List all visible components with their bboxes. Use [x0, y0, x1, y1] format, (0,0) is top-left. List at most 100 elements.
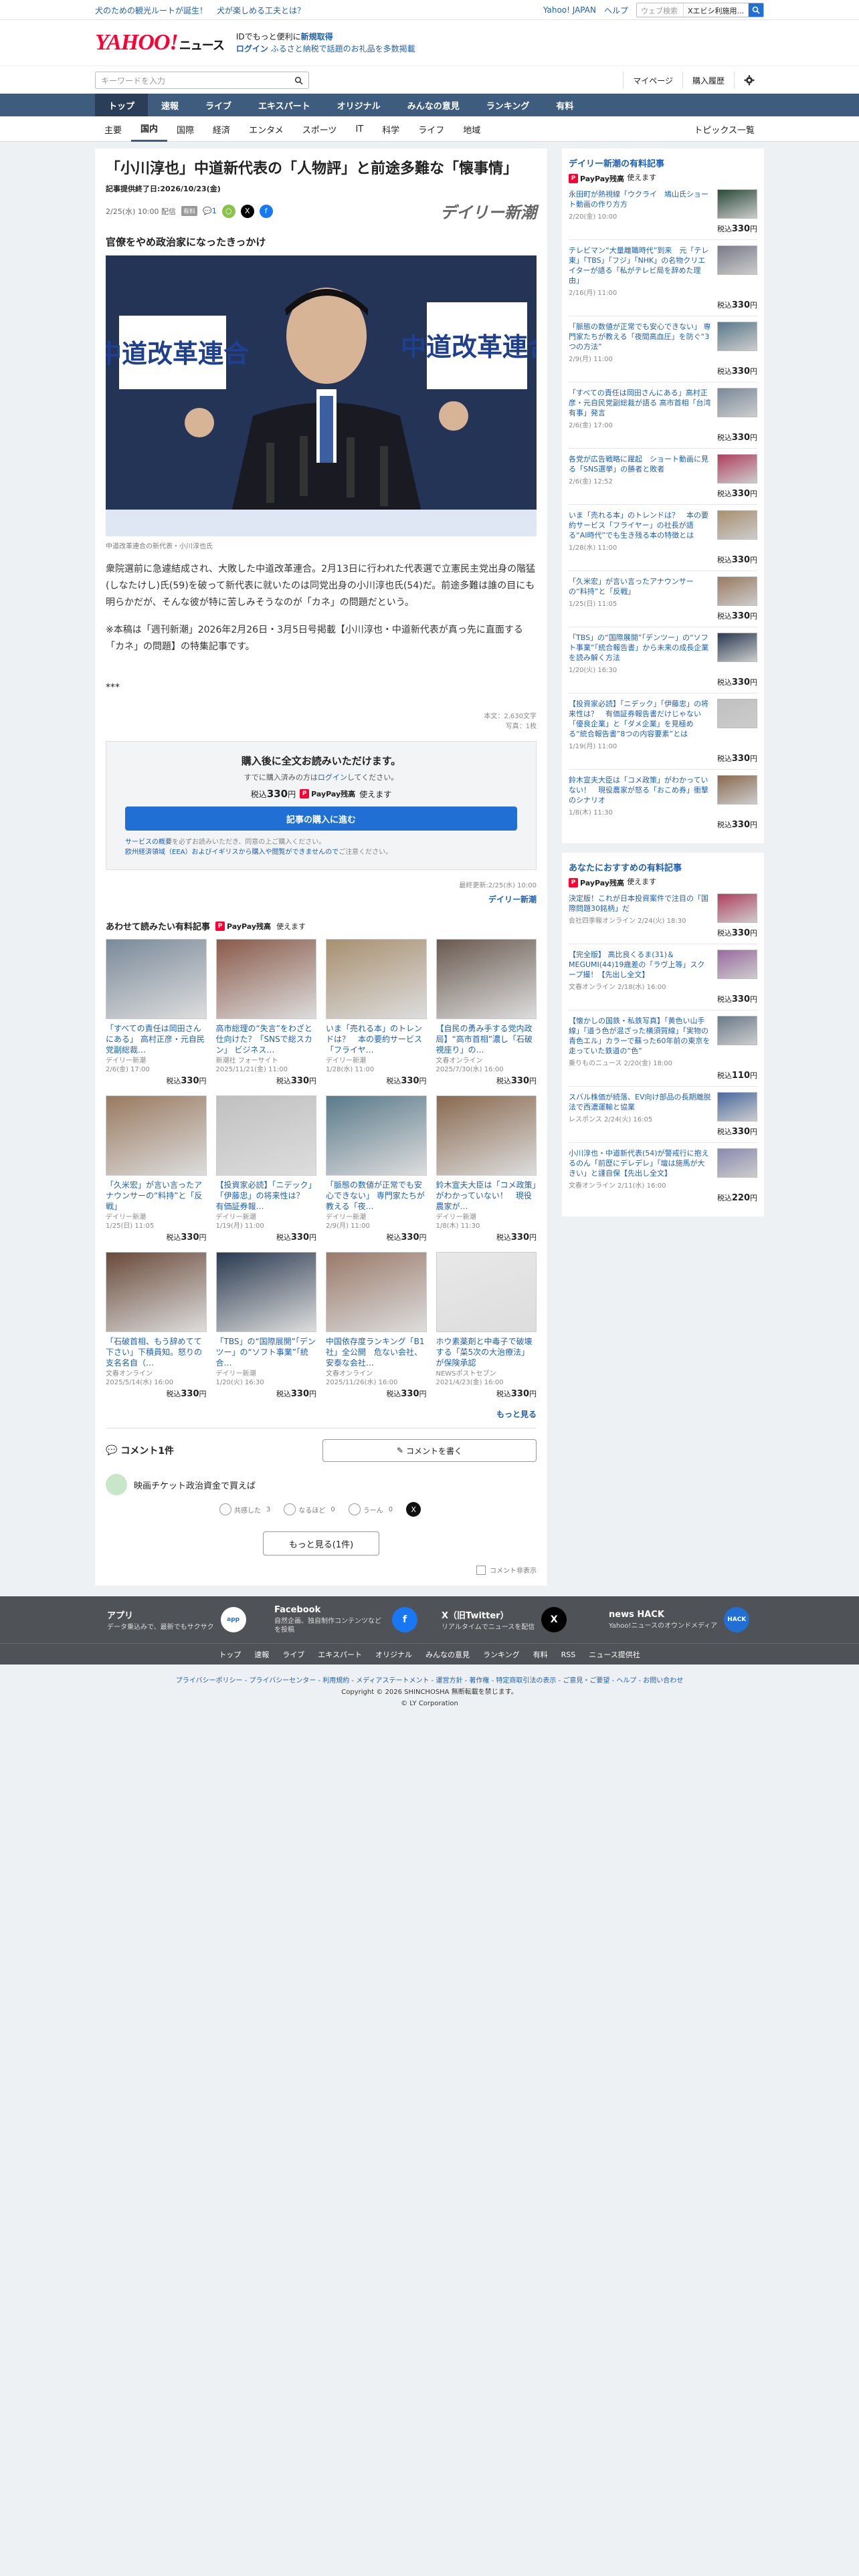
- legal-links[interactable]: プライバシーポリシー - プライバシーセンター - 利用規約 - メディアステー…: [0, 1675, 859, 1687]
- side-article-title[interactable]: いま「売れる本」のトレンドは？ 本の要約サービス「フライヤー」の社長が語る“AI…: [569, 510, 712, 540]
- side-article-title[interactable]: 【投資家必読】「ニデック」「伊藤忠」の将来性は？ 有価証券報告書だけじゃない「優…: [569, 699, 712, 739]
- buy-article-button[interactable]: 記事の購入に進む: [125, 807, 517, 831]
- footer-link[interactable]: ライブ: [282, 1649, 304, 1660]
- side-article-item[interactable]: テレビマン“大量離職時代”到来 元「テレ東」「TBS」「フジ」「NHK」の名物ク…: [569, 239, 757, 316]
- recommend-item-title[interactable]: 【投資家必読】「ニデック」「伊藤忠」の将来性は？ 有価証券報…: [216, 1180, 317, 1212]
- more-link[interactable]: もっと見る: [106, 1408, 537, 1420]
- side-article-title[interactable]: 各党が広告戦略に躍起 ショート動画に見る「SNS選挙」の勝者と敗者: [569, 454, 712, 474]
- promo-link-2[interactable]: 犬が楽しめる工夫とは？: [217, 5, 305, 16]
- side-article-title[interactable]: 小川淳也・中道新代表(54)が警戒行に抱えるのん「前歴にデレデレ」「壇は施馬が大…: [569, 1148, 712, 1178]
- recommend-item-title[interactable]: 【自民の勇み手する党内政局】“高市首相”濃し「石破視座り」の…: [436, 1023, 537, 1055]
- side-article-item[interactable]: 小川淳也・中道新代表(54)が警戒行に抱えるのん「前歴にデレデレ」「壇は施馬が大…: [569, 1142, 757, 1208]
- app-icon[interactable]: app: [220, 1607, 246, 1632]
- recommend-item[interactable]: いま「売れる本」のトレンドは？ 本の要約サービス「フライヤ… デイリー新潮 1/28…: [326, 939, 427, 1086]
- side-article-item[interactable]: いま「売れる本」のトレンドは？ 本の要約サービス「フライヤー」の社長が語る“AI…: [569, 504, 757, 570]
- footer-link[interactable]: RSS: [561, 1650, 576, 1659]
- recommend-item[interactable]: 中国依存度ランキング「B1社」全公開 危ない会社、安泰な会社… 文春オンライン 20…: [326, 1252, 427, 1399]
- hmm-button[interactable]: うーん 0: [348, 1503, 393, 1515]
- side-article-title[interactable]: 【完全版】 高比良くるま(31)＆MEGUMI(44)19歳差の「ラヴ上等」スク…: [569, 950, 712, 980]
- insight-button[interactable]: なるほど 0: [284, 1503, 335, 1515]
- footer-link[interactable]: 速報: [254, 1649, 269, 1660]
- nav-live[interactable]: ライブ: [192, 94, 245, 116]
- x-icon[interactable]: X: [541, 1607, 567, 1632]
- recommend-item-title[interactable]: 鈴木宣夫大臣は「コメ政策」がわかっていない！ 現役農家が…: [436, 1180, 537, 1212]
- more-comments-button[interactable]: もっと見る(1件): [263, 1531, 379, 1555]
- recommend-item-title[interactable]: 「すべての責任は岡田さんにある」 高村正彦・元自民党副総裁…: [106, 1023, 207, 1055]
- side-article-item[interactable]: 各党が広告戦略に躍起 ショート動画に見る「SNS選挙」の勝者と敗者 2/6(金) …: [569, 448, 757, 504]
- side-article-title[interactable]: 「TBS」の“国際展開”「デンツー」の“ソフト事業”「統合報告書」から未来の成長…: [569, 633, 712, 663]
- recommend-item-title[interactable]: いま「売れる本」のトレンドは？ 本の要約サービス「フライヤ…: [326, 1023, 427, 1055]
- footer-social-box[interactable]: news HACK Yahoo!ニュースのオウンドメディア HACK: [597, 1607, 764, 1632]
- promo-link-1[interactable]: 犬のための観光ルートが誕生！: [95, 5, 207, 16]
- footer-link[interactable]: トップ: [219, 1649, 241, 1660]
- recommend-item-title[interactable]: 「脈態の数値が正常でも安心できない」 専門家たちが教える「夜…: [326, 1180, 427, 1212]
- yahoo-news-logo[interactable]: YAHOO! ニュース: [95, 30, 225, 56]
- footer-link[interactable]: ランキング: [483, 1649, 520, 1660]
- side-article-item[interactable]: スバル株価が続落、EV向け部品の長期離脱法で西濃運輸と協業 レスポンス 2/24(…: [569, 1086, 757, 1142]
- side-article-title[interactable]: 「久米宏」が言い言ったアナウンサーの“料持”と「反戦」: [569, 576, 712, 597]
- search-icon[interactable]: [294, 76, 303, 85]
- side-article-item[interactable]: 【完全版】 高比良くるま(31)＆MEGUMI(44)19歳差の「ラヴ上等」スク…: [569, 944, 757, 1010]
- recommend-item-title[interactable]: 中国依存度ランキング「B1社」全公開 危ない会社、安泰な会社…: [326, 1336, 427, 1368]
- footer-social-box[interactable]: アプリ データ乗込みで、最新でもサクサク app: [95, 1607, 262, 1632]
- tab-world[interactable]: 国際: [167, 116, 203, 142]
- side-article-item[interactable]: 決定版！これが日本投資案件で注目の「国際問題30銘柄」だ 会社四季報オンライン 2…: [569, 888, 757, 944]
- purchase-history-link[interactable]: 購入履歴: [682, 72, 734, 89]
- facebook-icon[interactable]: f: [392, 1607, 417, 1632]
- hide-comments-toggle[interactable]: コメント非表示: [106, 1565, 537, 1575]
- recommend-item-title[interactable]: 「石破首相、もう辞めてて下さい」下積員知。怒りの支名名自（…: [106, 1336, 207, 1368]
- help-link[interactable]: ヘルプ: [604, 5, 628, 16]
- side-article-item[interactable]: 「TBS」の“国際展開”「デンツー」の“ソフト事業”「統合報告書」から未来の成長…: [569, 627, 757, 693]
- side-article-title[interactable]: 永田町が熱視線「ウクライ 鳩山氏ショート動画の作り方方: [569, 189, 712, 209]
- topics-list-link[interactable]: トピックス一覧: [684, 116, 764, 142]
- tab-it[interactable]: IT: [346, 116, 373, 142]
- recommend-item-title[interactable]: 「TBS」の“国際展開”「デンツー」の“ソフト事業”「統合…: [216, 1336, 317, 1368]
- recommend-item[interactable]: 「すべての責任は岡田さんにある」 高村正彦・元自民党副総裁… デイリー新潮 2/6(…: [106, 939, 207, 1086]
- footer-link[interactable]: オリジナル: [375, 1649, 412, 1660]
- nav-paid[interactable]: 有料: [543, 94, 587, 116]
- recommend-item-title[interactable]: 高市総理の“失言”をわざと仕向けた？「SNSで総スカン」 ビジネス…: [216, 1023, 317, 1055]
- nav-expert[interactable]: エキスパート: [245, 94, 324, 116]
- recommend-item[interactable]: ホウ素薬剤と中毒子で破壊する「菜5次の大治療法」が保険承認 NEWSポストセブン 2…: [436, 1252, 537, 1399]
- search-icon[interactable]: [749, 3, 763, 17]
- nav-breaking[interactable]: 速報: [148, 94, 192, 116]
- footer-link[interactable]: ニュース提供社: [589, 1649, 640, 1660]
- purchase-login-link[interactable]: ログイン: [318, 773, 347, 782]
- newshack-icon[interactable]: HACK: [724, 1607, 750, 1632]
- tab-sports[interactable]: スポーツ: [293, 116, 347, 142]
- tab-local[interactable]: 地域: [454, 116, 490, 142]
- recommend-item[interactable]: 「脈態の数値が正常でも安心できない」 専門家たちが教える「夜… デイリー新潮 2/9…: [326, 1095, 427, 1243]
- footer-social-box[interactable]: X（旧Twitter） リアルタイムでニュースを配信 X: [430, 1607, 597, 1632]
- footer-link[interactable]: みんなの意見: [425, 1649, 470, 1660]
- side-article-title[interactable]: 「すべての責任は岡田さんにある」高村正彦・元自民党副総裁が語る 高市首相「台湾有…: [569, 388, 712, 418]
- register-link[interactable]: 新規取得: [301, 32, 333, 41]
- side-article-item[interactable]: 「すべての責任は岡田さんにある」高村正彦・元自民党副総裁が語る 高市首相「台湾有…: [569, 382, 757, 448]
- share-icon[interactable]: ○: [221, 204, 235, 218]
- side-article-title[interactable]: スバル株価が続落、EV向け部品の長期離脱法で西濃運輸と協業: [569, 1092, 712, 1112]
- nav-original[interactable]: オリジナル: [324, 94, 394, 116]
- side-article-item[interactable]: 「脈態の数値が正常でも安心できない」 専門家たちが教える「夜間高血圧」を防ぐ“3…: [569, 316, 757, 382]
- side-article-title[interactable]: 【懐かしの国鉄・私鉄写真】「黄色い山手線」「道う色が混ざった横須賀線」「実物の青…: [569, 1016, 712, 1056]
- side-article-item[interactable]: 【懐かしの国鉄・私鉄写真】「黄色い山手線」「道う色が混ざった横須賀線」「実物の青…: [569, 1010, 757, 1086]
- gear-icon[interactable]: [734, 72, 764, 89]
- tab-life[interactable]: ライフ: [409, 116, 454, 142]
- recommend-item[interactable]: 【自民の勇み手する党内政局】“高市首相”濃し「石破視座り」の… 文春オンライン 20…: [436, 939, 537, 1086]
- recommend-item-title[interactable]: 「久米宏」が言い言ったアナウンサーの“料持”と「反戦」: [106, 1180, 207, 1212]
- facebook-share-icon[interactable]: f: [259, 204, 273, 218]
- recommend-item[interactable]: 【投資家必読】「ニデック」「伊藤忠」の将来性は？ 有価証券報… デイリー新潮 1/1…: [215, 1095, 317, 1243]
- tab-business[interactable]: 経済: [203, 116, 240, 142]
- recommend-item[interactable]: 「TBS」の“国際展開”「デンツー」の“ソフト事業”「統合… デイリー新潮 1/20…: [215, 1252, 317, 1399]
- nav-ranking[interactable]: ランキング: [473, 94, 543, 116]
- write-comment-button[interactable]: ✎ コメントを書く: [322, 1439, 537, 1462]
- footer-link[interactable]: エキスパート: [318, 1649, 362, 1660]
- recommend-item[interactable]: 「久米宏」が言い言ったアナウンサーの“料持”と「反戦」 デイリー新潮 1/25(日)…: [106, 1095, 207, 1243]
- search-suggest-tag[interactable]: Xエビシ利施用...: [684, 3, 749, 17]
- web-search-input[interactable]: ウェブ検索: [637, 3, 684, 17]
- yahoo-japan-link[interactable]: Yahoo! JAPAN: [543, 5, 596, 15]
- recommend-item-title[interactable]: ホウ素薬剤と中毒子で破壊する「菜5次の大治療法」が保険承認: [436, 1336, 537, 1368]
- side-article-title[interactable]: テレビマン“大量離職時代”到来 元「テレ東」「TBS」「フジ」「NHK」の名物ク…: [569, 245, 712, 286]
- login-link[interactable]: ログイン: [236, 44, 268, 53]
- footer-link[interactable]: 有料: [533, 1649, 548, 1660]
- service-overview-link[interactable]: サービスの概要: [125, 839, 172, 846]
- recommend-item[interactable]: 鈴木宣夫大臣は「コメ政策」がわかっていない！ 現役農家が… デイリー新潮 1/8(木…: [436, 1095, 537, 1243]
